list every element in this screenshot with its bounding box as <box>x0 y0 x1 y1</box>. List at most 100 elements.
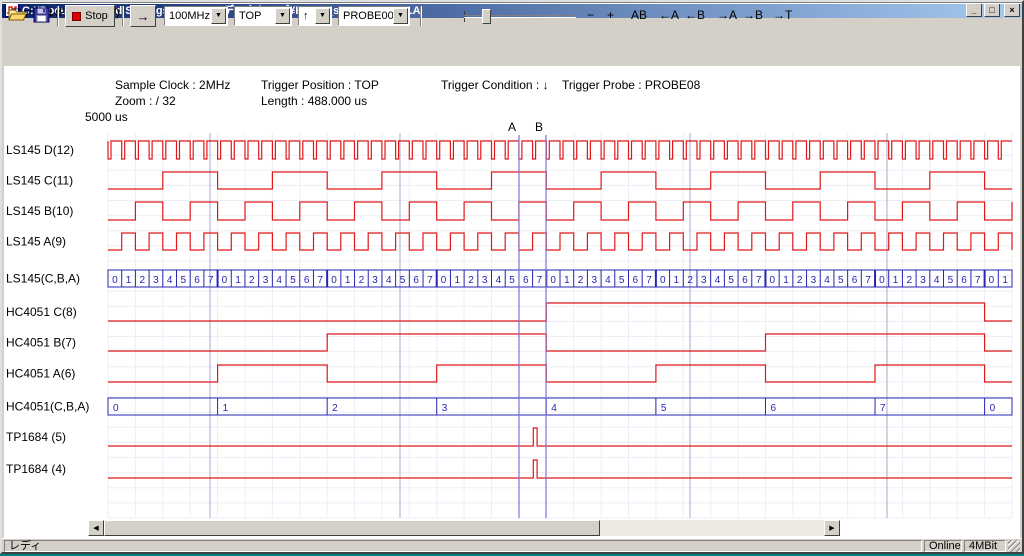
cursor-b-label: B <box>535 120 543 134</box>
waveform-trace <box>108 303 1012 321</box>
bus-value: 2 <box>797 275 803 286</box>
chevron-down-icon[interactable]: ▼ <box>275 8 290 24</box>
bus-value: 7 <box>646 275 652 286</box>
bus-value: 2 <box>332 403 338 414</box>
resize-grip[interactable] <box>1008 540 1020 552</box>
bus-value: 4 <box>824 275 830 286</box>
channel-label: LS145 C(11) <box>6 174 73 188</box>
trigger-edge-value: ↑ <box>299 10 315 22</box>
bus-value: 0 <box>550 275 556 286</box>
bus-value: 5 <box>661 403 667 414</box>
bus-value: 4 <box>167 275 173 286</box>
chevron-down-icon[interactable]: ▼ <box>211 8 226 24</box>
channel-label: LS145(C,B,A) <box>6 272 80 286</box>
bus-value: 1 <box>223 403 229 414</box>
trigger-edge-select[interactable]: ↑ ▼ <box>298 6 332 26</box>
sample-clock-select[interactable]: 100MHz ▼ <box>164 6 228 26</box>
goto-b-left-button[interactable]: ←B <box>682 6 708 24</box>
bus-value: 6 <box>413 275 419 286</box>
bus-value: 4 <box>276 275 282 286</box>
bus-value: 6 <box>523 275 529 286</box>
cursor-ab-button[interactable]: AB <box>628 6 650 24</box>
channel-label: LS145 A(9) <box>6 235 66 249</box>
bus-value: 1 <box>126 275 132 286</box>
bus-value: 6 <box>633 275 639 286</box>
bus-value: 1 <box>783 275 789 286</box>
bus-value: 0 <box>989 275 995 286</box>
waveform-chart: LS145 D(12) LS145 C(11) LS145 B(10) LS145 A… <box>4 66 1020 538</box>
bus-value: 5 <box>400 275 406 286</box>
bus-value: 5 <box>181 275 187 286</box>
bus-value: 7 <box>975 275 981 286</box>
goto-trigger-button[interactable]: →T <box>770 6 795 24</box>
waveform-trace <box>108 334 1012 351</box>
chevron-down-icon[interactable]: ▼ <box>393 8 408 24</box>
waveform-trace <box>108 172 1012 189</box>
channel-label: HC4051 A(6) <box>6 367 75 381</box>
bus-value: 7 <box>537 275 543 286</box>
scroll-thumb[interactable] <box>104 520 600 536</box>
channel-label: LS145 B(10) <box>6 204 73 218</box>
cursor-a-label: A <box>508 120 516 134</box>
goto-b-right-button[interactable]: →B <box>740 6 766 24</box>
status-ready: レディ <box>4 540 922 552</box>
open-file-icon[interactable] <box>8 7 28 28</box>
bus-value: 0 <box>990 403 996 414</box>
bus-value: 6 <box>770 403 776 414</box>
slider-track[interactable] <box>464 15 576 18</box>
bus-value: 0 <box>331 275 337 286</box>
toolbar-separator <box>122 6 124 26</box>
zoom-info: Zoom : / 32 <box>115 94 176 108</box>
slider-thumb[interactable] <box>482 9 491 24</box>
goto-a-right-button[interactable]: →A <box>714 6 740 24</box>
stop-label: Stop <box>85 10 108 22</box>
bus-value: 2 <box>906 275 912 286</box>
scroll-right-icon[interactable]: ▶ <box>824 520 840 536</box>
bus-value: 7 <box>865 275 871 286</box>
channel-label: TP1684 (4) <box>6 462 66 476</box>
zoom-out-button[interactable]: − <box>584 6 597 24</box>
time-origin-label: 5000 us <box>85 110 128 124</box>
bus-value: 4 <box>934 275 940 286</box>
trigger-probe-select[interactable]: PROBE00 ▼ <box>338 6 410 26</box>
bus-value: 6 <box>961 275 967 286</box>
bus-value: 5 <box>728 275 734 286</box>
bus-value: 3 <box>263 275 269 286</box>
chevron-down-icon[interactable]: ▼ <box>315 8 330 24</box>
scroll-track[interactable] <box>104 520 824 536</box>
bus-value: 7 <box>880 403 886 414</box>
bus-value: 0 <box>879 275 885 286</box>
bus-value: 7 <box>318 275 324 286</box>
channel-label: HC4051 B(7) <box>6 336 76 350</box>
bus-value: 1 <box>345 275 351 286</box>
bus-value: 2 <box>139 275 145 286</box>
bus-value: 2 <box>359 275 365 286</box>
bus-value: 1 <box>454 275 460 286</box>
trigger-position-select[interactable]: TOP ▼ <box>234 6 292 26</box>
trigger-probe-value: PROBE00 <box>339 10 393 22</box>
bus-value: 1 <box>674 275 680 286</box>
bus-value: 3 <box>153 275 159 286</box>
horizontal-scrollbar[interactable]: ◀ ▶ <box>88 520 840 536</box>
bus-value: 3 <box>372 275 378 286</box>
goto-a-left-button[interactable]: ←A <box>656 6 682 24</box>
bus-value: 7 <box>208 275 214 286</box>
bus-value: 0 <box>113 403 119 414</box>
trigger-condition-info: Trigger Condition : ↓ <box>441 78 549 92</box>
scroll-left-icon[interactable]: ◀ <box>88 520 104 536</box>
toolbar-separator <box>420 6 422 26</box>
stop-button[interactable]: Stop <box>65 5 115 27</box>
bus-value: 0 <box>660 275 666 286</box>
status-bar: レディ Online 4MBit <box>2 538 1022 552</box>
save-file-icon[interactable] <box>33 7 51 28</box>
bus-value: 6 <box>742 275 748 286</box>
channel-label: LS145 D(12) <box>6 143 74 157</box>
bus-value: 5 <box>509 275 515 286</box>
zoom-in-button[interactable]: + <box>604 6 617 24</box>
bus-value: 6 <box>304 275 310 286</box>
run-button[interactable]: → <box>130 5 156 27</box>
bus-value: 5 <box>290 275 296 286</box>
bus-value: 3 <box>591 275 597 286</box>
zoom-slider[interactable] <box>464 9 576 24</box>
sample-clock-info: Sample Clock : 2MHz <box>115 78 230 92</box>
